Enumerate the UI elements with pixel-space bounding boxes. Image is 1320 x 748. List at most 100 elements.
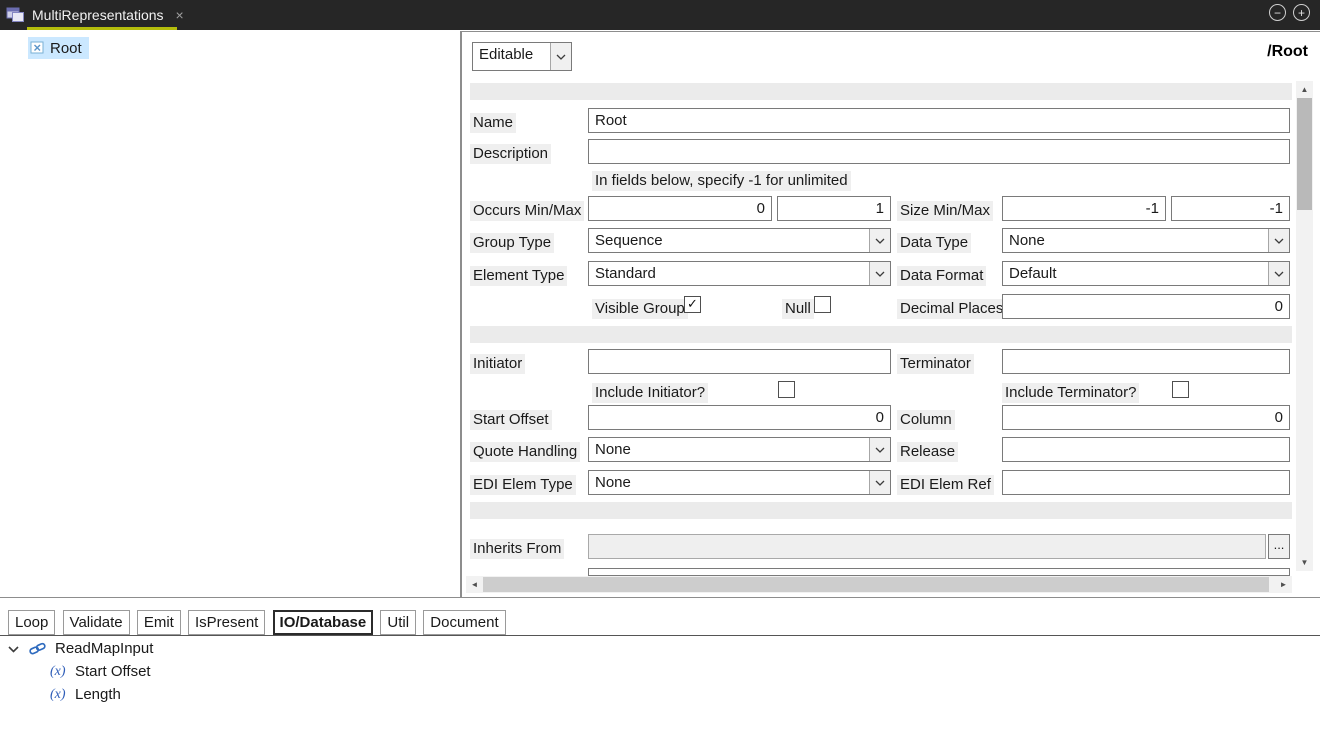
edi-elem-ref-label: EDI Elem Ref	[897, 475, 994, 495]
tab-util[interactable]: Util	[380, 610, 416, 635]
column-input[interactable]	[1002, 405, 1290, 430]
tree-node-readmapinput[interactable]: ReadMapInput	[0, 637, 1320, 660]
data-format-select[interactable]: Default	[1002, 261, 1290, 286]
chevron-expanded-icon[interactable]	[8, 645, 20, 653]
quote-handling-value: None	[589, 438, 869, 461]
horizontal-scrollbar[interactable]: ◄ ►	[466, 576, 1292, 593]
node-label: Start Offset	[75, 663, 151, 680]
vertical-scrollbar-thumb[interactable]	[1297, 98, 1312, 210]
data-format-label: Data Format	[897, 266, 986, 286]
edi-elem-type-select[interactable]: None	[588, 470, 891, 495]
include-terminator-checkbox[interactable]	[1172, 381, 1189, 398]
vertical-scrollbar[interactable]: ▲ ▼	[1296, 81, 1313, 571]
name-input[interactable]	[588, 108, 1290, 133]
terminator-label: Terminator	[897, 354, 974, 374]
column-label: Column	[897, 410, 955, 430]
minimize-icon: −	[1274, 6, 1281, 20]
scroll-up-icon[interactable]: ▲	[1296, 81, 1313, 98]
titlebar: MultiRepresentations × − +	[0, 0, 1320, 30]
structure-tree-panel: Root	[0, 31, 461, 597]
occurs-max-input[interactable]	[777, 196, 891, 221]
form-section-divider	[470, 83, 1292, 100]
element-type-value: Standard	[589, 262, 869, 285]
occurs-min-input[interactable]	[588, 196, 772, 221]
check-icon: ✓	[687, 296, 698, 311]
edi-elem-type-value: None	[589, 471, 869, 494]
app-icon	[6, 7, 26, 23]
edit-mode-select[interactable]: Editable	[472, 42, 572, 71]
maximize-button[interactable]: +	[1293, 4, 1310, 21]
maximize-icon: +	[1298, 6, 1305, 20]
chevron-down-icon[interactable]	[869, 262, 890, 285]
null-label: Null	[782, 299, 814, 319]
data-type-select[interactable]: None	[1002, 228, 1290, 253]
tab-validate[interactable]: Validate	[63, 610, 130, 635]
element-type-label: Element Type	[470, 266, 567, 286]
form-section-divider	[470, 326, 1292, 343]
initiator-input[interactable]	[588, 349, 891, 374]
size-min-input[interactable]	[1002, 196, 1166, 221]
tree-node-label: Root	[50, 40, 82, 57]
horizontal-scrollbar-thumb[interactable]	[483, 577, 1269, 592]
tab-document[interactable]: Document	[423, 610, 505, 635]
chevron-down-icon[interactable]	[1268, 262, 1289, 285]
tree-node-start-offset[interactable]: (x) Start Offset	[0, 660, 1320, 683]
tab-ispresent[interactable]: IsPresent	[188, 610, 265, 635]
edi-elem-type-label: EDI Elem Type	[470, 475, 576, 495]
release-label: Release	[897, 442, 958, 462]
tab-emit[interactable]: Emit	[137, 610, 181, 635]
visible-group-label: Visible Group	[592, 299, 688, 319]
minimize-button[interactable]: −	[1269, 4, 1286, 21]
start-offset-input[interactable]	[588, 405, 891, 430]
include-initiator-checkbox[interactable]	[778, 381, 795, 398]
inherits-from-browse-button[interactable]: ...	[1268, 534, 1290, 559]
group-type-select[interactable]: Sequence	[588, 228, 891, 253]
chevron-down-icon[interactable]	[550, 43, 571, 70]
app-window: MultiRepresentations × − + Root Editable	[0, 0, 1320, 748]
rule-tabbar: Loop Validate Emit IsPresent IO/Database…	[0, 610, 1320, 636]
quote-handling-select[interactable]: None	[588, 437, 891, 462]
inherits-from-input	[588, 534, 1266, 559]
root-node-icon	[30, 41, 45, 55]
occurs-minmax-label: Occurs Min/Max	[470, 201, 584, 221]
decimal-places-input[interactable]	[1002, 294, 1290, 319]
tree-node-length[interactable]: (x) Length	[0, 683, 1320, 706]
element-type-select[interactable]: Standard	[588, 261, 891, 286]
name-label: Name	[470, 113, 516, 133]
chevron-down-icon[interactable]	[869, 229, 890, 252]
form-section-divider	[470, 502, 1292, 519]
properties-panel: Editable /Root Name Description In field…	[461, 31, 1320, 597]
clipped-next-input	[588, 568, 1290, 576]
scroll-left-icon[interactable]: ◄	[466, 576, 483, 593]
tab-loop[interactable]: Loop	[8, 610, 55, 635]
node-label: Length	[75, 686, 121, 703]
chevron-down-icon[interactable]	[1268, 229, 1289, 252]
panel-separator	[0, 597, 1320, 598]
scroll-right-icon[interactable]: ►	[1275, 576, 1292, 593]
node-path-label: /Root	[1267, 43, 1308, 61]
data-type-value: None	[1003, 229, 1268, 252]
chevron-down-icon[interactable]	[869, 471, 890, 494]
null-checkbox[interactable]	[814, 296, 831, 313]
tree-node-root[interactable]: Root	[28, 37, 89, 59]
node-label: ReadMapInput	[55, 640, 153, 657]
include-terminator-label: Include Terminator?	[1002, 383, 1139, 403]
tab-close-icon[interactable]: ×	[176, 7, 184, 23]
release-input[interactable]	[1002, 437, 1290, 462]
terminator-input[interactable]	[1002, 349, 1290, 374]
data-format-value: Default	[1003, 262, 1268, 285]
size-max-input[interactable]	[1171, 196, 1290, 221]
data-type-label: Data Type	[897, 233, 971, 253]
visible-group-checkbox[interactable]: ✓	[684, 296, 701, 313]
document-tab-title[interactable]: MultiRepresentations	[32, 7, 164, 23]
scroll-down-icon[interactable]: ▼	[1296, 554, 1313, 571]
description-input[interactable]	[588, 139, 1290, 164]
include-initiator-label: Include Initiator?	[592, 383, 708, 403]
unlimited-hint-text: In fields below, specify -1 for unlimite…	[592, 171, 851, 191]
active-tab-underline	[27, 27, 177, 30]
tab-io-database[interactable]: IO/Database	[273, 610, 374, 635]
variable-icon: (x)	[50, 664, 70, 680]
description-label: Description	[470, 144, 551, 164]
chevron-down-icon[interactable]	[869, 438, 890, 461]
edi-elem-ref-input[interactable]	[1002, 470, 1290, 495]
